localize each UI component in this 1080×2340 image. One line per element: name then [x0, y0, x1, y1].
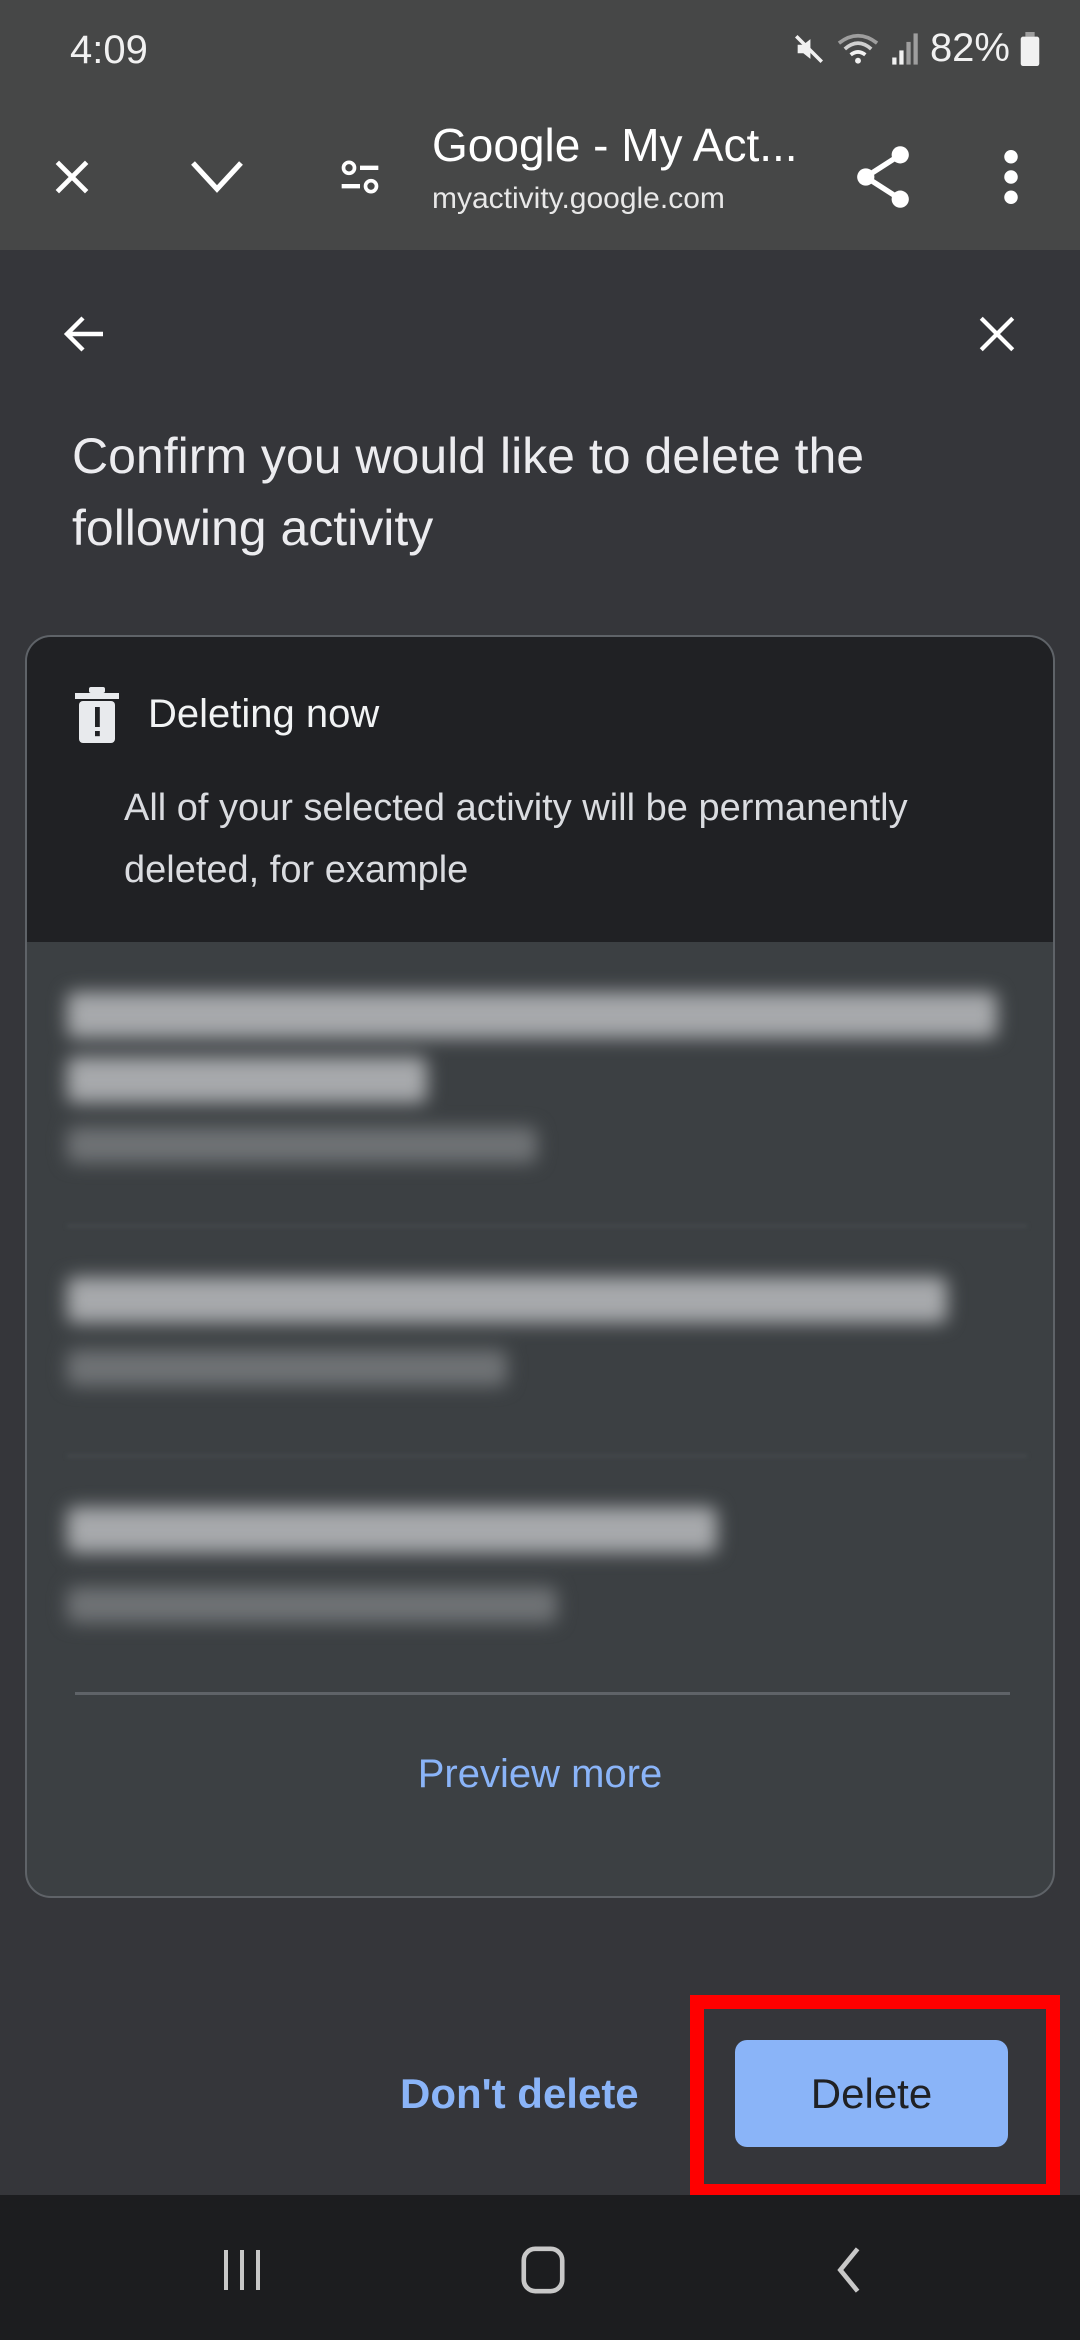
- delete-confirmation-sheet: Confirm you would like to delete the fol…: [0, 250, 1080, 2198]
- dont-delete-button[interactable]: Don't delete: [400, 2070, 639, 2118]
- activity-item: [67, 1487, 1027, 1637]
- close-icon: [979, 316, 1015, 352]
- more-vert-icon: [1004, 150, 1018, 204]
- site-settings-icon: [341, 160, 379, 194]
- activity-item: [67, 1257, 1027, 1407]
- back-icon: [837, 2247, 860, 2293]
- back-nav-button[interactable]: [788, 2225, 908, 2315]
- browser-toolbar: Google - My Act... myactivity.google.com: [0, 110, 1080, 250]
- recents-button[interactable]: [182, 2225, 302, 2315]
- chevron-down-icon: [191, 161, 243, 193]
- card-header: Deleting now All of your selected activi…: [27, 637, 1053, 942]
- status-bar: 4:09 82%: [0, 0, 1080, 110]
- dialog-title: Confirm you would like to delete the fol…: [72, 428, 865, 556]
- page-title: Google - My Act...: [432, 119, 798, 171]
- delete-button[interactable]: Delete: [735, 2040, 1008, 2147]
- site-settings-button[interactable]: [315, 132, 405, 222]
- battery-percent: 82%: [929, 26, 1010, 70]
- card-divider: [75, 1692, 1010, 1695]
- activity-item-title: [67, 1507, 717, 1553]
- back-button[interactable]: [50, 302, 120, 366]
- close-tab-button[interactable]: [27, 132, 117, 222]
- delete-button-label: Delete: [810, 2069, 933, 2117]
- activity-item-date: [67, 1587, 557, 1623]
- activity-item-title: [67, 1277, 947, 1323]
- activity-item-date: [67, 1127, 537, 1163]
- close-icon: [55, 160, 89, 194]
- home-icon: [521, 2246, 565, 2294]
- trash-warning-icon: [75, 687, 119, 743]
- activity-item-date: [67, 1350, 507, 1386]
- home-button[interactable]: [483, 2225, 603, 2315]
- activity-item: [67, 982, 1027, 1172]
- activity-item-title: [67, 992, 997, 1038]
- deleting-description: All of your selected activity will be pe…: [124, 787, 908, 891]
- deletion-preview-card: Deleting now All of your selected activi…: [25, 635, 1055, 1898]
- activity-item-title-line2: [67, 1057, 427, 1103]
- status-icons: 82%: [792, 26, 1040, 71]
- status-time: 4:09: [70, 28, 148, 72]
- deleting-now-title: Deleting now: [148, 692, 380, 736]
- preview-more-button[interactable]: Preview more: [27, 1752, 1053, 1797]
- page-url: myactivity.google.com: [432, 182, 725, 215]
- mute-icon: [794, 34, 823, 63]
- battery-icon: [1020, 31, 1040, 66]
- back-arrow-icon: [63, 316, 103, 352]
- system-nav-bar: [0, 2195, 1080, 2340]
- more-options-button[interactable]: [966, 132, 1056, 222]
- close-dialog-button[interactable]: [962, 302, 1032, 366]
- share-button[interactable]: [838, 132, 928, 222]
- item-divider: [67, 1455, 1027, 1457]
- signal-icon: [892, 32, 918, 65]
- share-icon: [857, 146, 909, 208]
- minimize-button[interactable]: [172, 132, 262, 222]
- recents-icon: [224, 2250, 260, 2290]
- item-divider: [67, 1225, 1027, 1227]
- wifi-icon: [837, 33, 879, 64]
